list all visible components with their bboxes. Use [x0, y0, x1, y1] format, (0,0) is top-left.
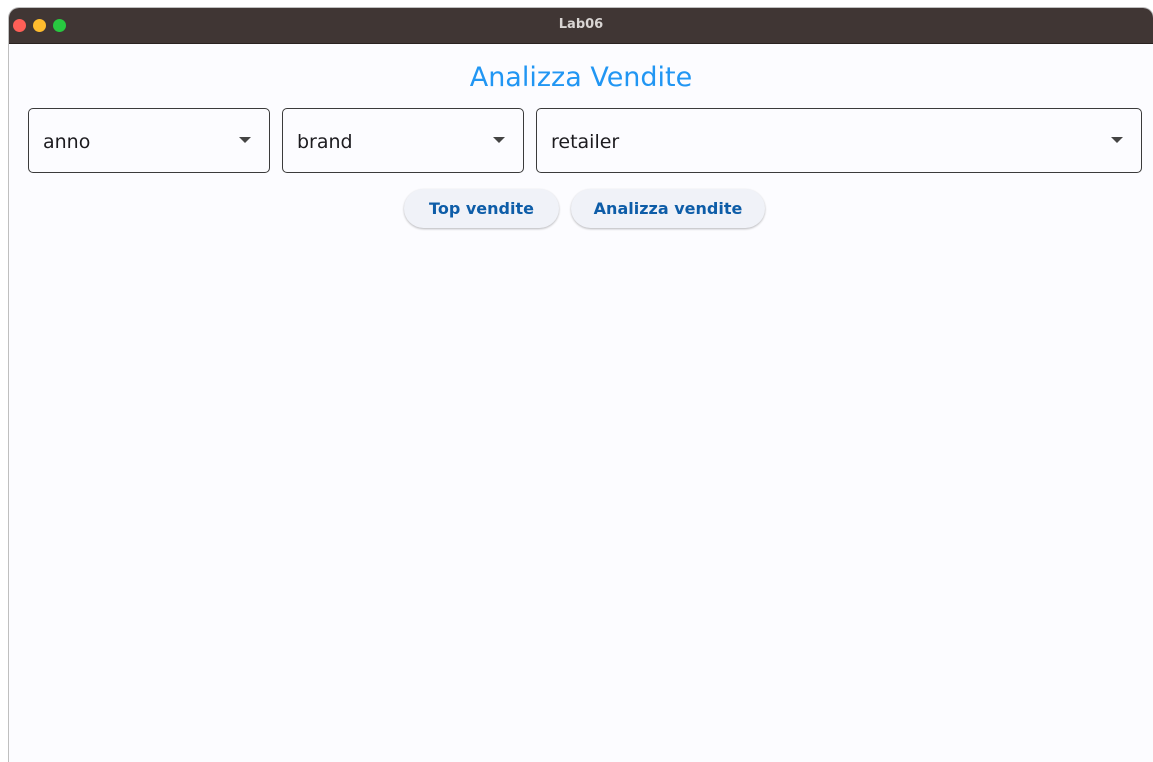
- main-content: Analizza Vendite anno brand retailer Top…: [9, 44, 1153, 762]
- arrow-drop-down-icon: [239, 137, 251, 143]
- window-title: Lab06: [558, 17, 604, 32]
- retailer-dropdown-label: retailer: [551, 131, 620, 153]
- title-bar[interactable]: Lab06: [9, 8, 1153, 44]
- arrow-drop-down-icon: [493, 137, 505, 143]
- page-title: Analizza Vendite: [469, 62, 693, 93]
- anno-dropdown-label: anno: [43, 131, 91, 153]
- analizza-vendite-button[interactable]: Analizza vendite: [571, 189, 765, 228]
- retailer-dropdown[interactable]: retailer: [536, 108, 1142, 173]
- top-vendite-button[interactable]: Top vendite: [404, 189, 559, 228]
- anno-dropdown[interactable]: anno: [28, 108, 270, 173]
- arrow-drop-down-icon: [1111, 137, 1123, 143]
- brand-dropdown[interactable]: brand: [282, 108, 524, 173]
- brand-dropdown-label: brand: [297, 131, 353, 153]
- app-window: Lab06 Analizza Vendite anno brand retail…: [9, 8, 1153, 762]
